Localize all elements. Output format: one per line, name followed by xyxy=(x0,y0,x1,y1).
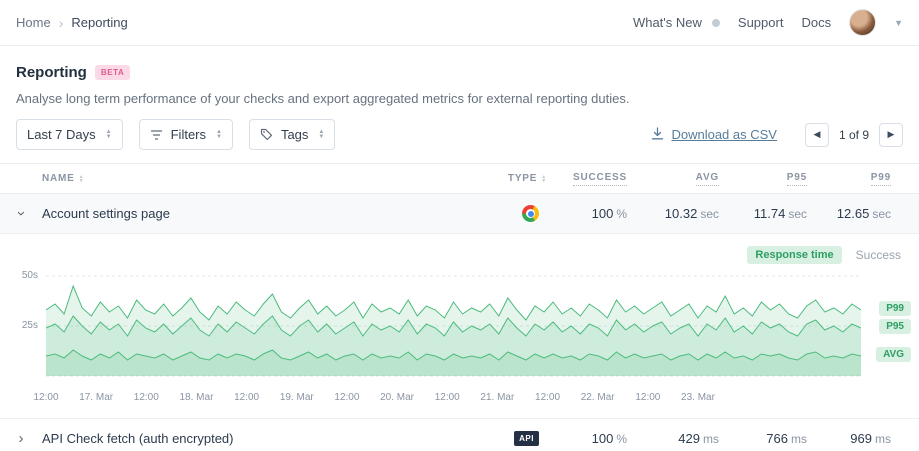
updown-caret-icon: ▲▼ xyxy=(216,130,222,140)
x-axis-label: 19. Mar xyxy=(280,392,314,403)
avg-value: 10.32 xyxy=(665,206,698,221)
y-axis-label: 50s xyxy=(6,270,38,281)
page-title: Reporting xyxy=(16,64,87,81)
x-axis-label: 17. Mar xyxy=(79,392,113,403)
x-axis-label: 12:00 xyxy=(33,392,58,403)
sort-icon: ▲▼ xyxy=(541,175,547,183)
x-axis-label: 21. Mar xyxy=(480,392,514,403)
filters-label: Filters xyxy=(171,127,206,142)
y-axis-label: 25s xyxy=(6,320,38,331)
legend-response-time[interactable]: Response time xyxy=(747,246,841,264)
top-nav: Home › Reporting What's New Support Docs… xyxy=(0,0,919,46)
check-name: API Check fetch (auth encrypted) xyxy=(42,431,485,446)
filter-icon xyxy=(150,129,163,141)
check-name: Account settings page xyxy=(42,206,485,221)
tags-select[interactable]: Tags ▲▼ xyxy=(249,119,335,150)
toolbar: Last 7 Days ▲▼ Filters ▲▼ Tags ▲▼ Downlo… xyxy=(0,106,919,163)
success-value: 100 xyxy=(592,431,614,446)
breadcrumb-current[interactable]: Reporting xyxy=(71,15,127,30)
x-axis-label: 18. Mar xyxy=(180,392,214,403)
beta-badge: BETA xyxy=(95,65,131,80)
breadcrumb-home[interactable]: Home xyxy=(16,15,51,30)
notification-dot-icon xyxy=(712,19,720,27)
browser-check-icon xyxy=(522,205,539,222)
x-axis-label: 12:00 xyxy=(134,392,159,403)
series-badge-avg: AVG xyxy=(876,347,911,362)
nav-link-docs[interactable]: Docs xyxy=(801,15,831,30)
x-axis-label: 20. Mar xyxy=(380,392,414,403)
download-csv-link[interactable]: Download as CSV xyxy=(651,127,777,143)
prev-page-button[interactable]: ◀ xyxy=(805,123,829,147)
column-header-p95[interactable]: P95 xyxy=(737,172,825,186)
sort-icon: ▲▼ xyxy=(79,175,85,183)
tag-icon xyxy=(260,128,273,141)
nav-link-whats-new[interactable]: What's New xyxy=(633,15,702,30)
chart-svg xyxy=(46,270,861,388)
column-header-success[interactable]: SUCCESS xyxy=(565,172,645,186)
page-description: Analyse long term performance of your ch… xyxy=(16,91,903,106)
column-header-type[interactable]: TYPE ▲▼ xyxy=(485,173,565,184)
page-indicator: 1 of 9 xyxy=(839,128,869,142)
column-header-name[interactable]: NAME ▲▼ xyxy=(42,173,485,184)
download-icon xyxy=(651,127,664,143)
collapse-chevron-icon[interactable]: › xyxy=(13,211,30,216)
chart-x-axis: 12:00 17. Mar 12:00 18. Mar 12:00 19. Mar 12:0… xyxy=(46,390,861,410)
tags-label: Tags xyxy=(281,127,308,142)
nav-right: What's New Support Docs ▼ xyxy=(633,9,903,36)
filters-select[interactable]: Filters ▲▼ xyxy=(139,119,233,150)
x-axis-label: 12:00 xyxy=(435,392,460,403)
chart-plot-area: P99 P95 AVG 50s 25s xyxy=(0,268,919,388)
chevron-down-icon[interactable]: ▼ xyxy=(894,18,903,28)
x-axis-label: 23. Mar xyxy=(681,392,715,403)
p99-value: 969 xyxy=(850,431,872,446)
avg-value: 429 xyxy=(678,431,700,446)
x-axis-label: 12:00 xyxy=(635,392,660,403)
date-range-label: Last 7 Days xyxy=(27,127,96,142)
series-badge-p95: P95 xyxy=(879,319,911,334)
series-badge-column: P99 P95 AVG xyxy=(869,270,911,388)
breadcrumb: Home › Reporting xyxy=(16,15,128,31)
avatar[interactable] xyxy=(849,9,876,36)
legend-success[interactable]: Success xyxy=(856,248,901,262)
x-axis-label: 12:00 xyxy=(334,392,359,403)
api-check-badge: API xyxy=(514,431,539,446)
p95-value: 11.74 xyxy=(754,206,786,221)
table-row[interactable]: › API Check fetch (auth encrypted) API 1… xyxy=(0,419,919,451)
date-range-select[interactable]: Last 7 Days ▲▼ xyxy=(16,119,123,150)
table-row[interactable]: › Account settings page 100% 10.32sec 11… xyxy=(0,194,919,234)
expand-chevron-icon[interactable]: › xyxy=(19,430,24,447)
column-header-p99[interactable]: P99 xyxy=(825,172,919,186)
p99-value: 12.65 xyxy=(837,206,870,221)
updown-caret-icon: ▲▼ xyxy=(318,130,324,140)
updown-caret-icon: ▲▼ xyxy=(106,130,112,140)
next-page-button[interactable]: ▶ xyxy=(879,123,903,147)
success-value: 100 xyxy=(592,206,614,221)
series-badge-p99: P99 xyxy=(879,301,911,316)
download-csv-label: Download as CSV xyxy=(671,127,777,142)
nav-link-support[interactable]: Support xyxy=(738,15,784,30)
response-time-chart: Response time Success P99 P95 AVG 50s 25s 1… xyxy=(0,234,919,419)
p95-value: 766 xyxy=(766,431,788,446)
breadcrumb-chevron-icon: › xyxy=(59,15,64,31)
x-axis-label: 22. Mar xyxy=(581,392,615,403)
pagination: ◀ 1 of 9 ▶ xyxy=(805,123,903,147)
x-axis-label: 12:00 xyxy=(234,392,259,403)
column-header-avg[interactable]: AVG xyxy=(645,172,737,186)
x-axis-label: 12:00 xyxy=(535,392,560,403)
table-header: NAME ▲▼ TYPE ▲▼ SUCCESS AVG P95 P99 xyxy=(0,163,919,194)
page-header: Reporting BETA Analyse long term perform… xyxy=(0,46,919,106)
